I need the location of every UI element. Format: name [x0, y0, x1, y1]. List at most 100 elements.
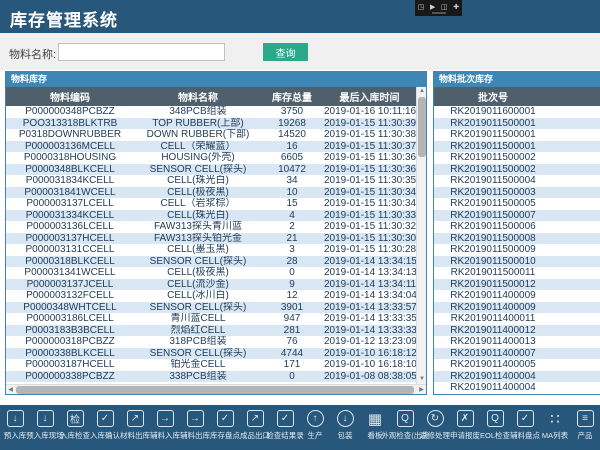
table-row[interactable]: P000000348PCBZZ348PCB组装37502019-01-16 10…	[6, 106, 417, 118]
toolbar-item-appearance-inspection[interactable]: Q外观检查(出货	[390, 405, 420, 450]
table-row[interactable]: RK2019011500002DOWN RUBBER(下部)	[434, 152, 600, 164]
horizontal-scrollbar[interactable]: ◀ ▶	[6, 384, 426, 394]
query-button[interactable]: 查询	[263, 43, 308, 61]
table-row[interactable]: RK2019011500001TOP RUBBER(上部)	[434, 129, 600, 141]
table-row[interactable]: P000003136LCELLFAW313探头青川蓝22019-01-15 11…	[6, 221, 417, 233]
table-row[interactable]: P000003137HCELLFAW313探头铂光金212019-01-15 1…	[6, 233, 417, 245]
table-cell: 76	[262, 336, 322, 348]
scroll-up-arrow-icon[interactable]: ▲	[417, 87, 427, 96]
table-row[interactable]: P000003137LCELLCELL（岩浆棕）152019-01-15 11:…	[6, 198, 417, 210]
overlay-icon[interactable]: ◳	[418, 4, 425, 12]
table-row[interactable]: P0000348BLKCELLSENSOR CELL(探头)104722019-…	[6, 164, 417, 176]
table-row[interactable]: P000003131CCELLCELL(墨玉黑)32019-01-15 11:3…	[6, 244, 417, 256]
table-row[interactable]: RK2019011400013CELL（荣耀蓝）	[434, 336, 600, 348]
column-header[interactable]: 物料名称	[552, 87, 600, 106]
material-name-input[interactable]	[58, 43, 225, 61]
table-row[interactable]: RK2019011500005SENSOR CELL(探头)	[434, 198, 600, 210]
toolbar-item-label: 入库检查	[60, 430, 90, 441]
table-row[interactable]: P000003186LCELL青川蓝CELL9472019-01-14 13:3…	[6, 313, 417, 325]
table-row[interactable]: P0003183B3BCELL烈焰红CELL2812019-01-14 13:3…	[6, 325, 417, 337]
table-row[interactable]: RK2019011400009SENSOR CELL(探头)	[434, 290, 600, 302]
table-row[interactable]: RK2019011500004CELL（荣耀蓝）	[434, 175, 600, 187]
table-row[interactable]: RK2019011600001348PCB组装	[434, 106, 600, 118]
table-cell: 947	[262, 313, 322, 325]
table-row[interactable]: RK2019011500006CELL(极夜黑)	[434, 221, 600, 233]
toolbar-item-aux-material-count[interactable]: ✓辅料盘点	[510, 405, 540, 450]
table-row[interactable]: RK2019011500011FAW313探头铂光金	[434, 267, 600, 279]
toolbar-item-pre-inbound-site[interactable]: ↓预入库现场	[30, 405, 60, 450]
scrollbar-thumb[interactable]	[418, 97, 426, 157]
toolbar-item-finished-goods-out[interactable]: ↗成品出口	[240, 405, 270, 450]
toolbar-item-aux-material-outbound[interactable]: →辅料出库	[180, 405, 210, 450]
table-row[interactable]: RK2019011500002DOWN RUBBER(下部)	[434, 164, 600, 176]
scroll-down-arrow-icon[interactable]: ▼	[417, 375, 427, 384]
column-header[interactable]: 最后入库时间	[322, 87, 417, 106]
table-row[interactable]: RK2019011400009SENSOR CELL(探头)	[434, 302, 600, 314]
overlay-icon[interactable]: ✚	[453, 4, 459, 12]
refresh-icon: ↻	[427, 410, 444, 427]
toolbar-item-material-outbound[interactable]: ↗材料出库	[120, 405, 150, 450]
table-row[interactable]: RK2019011500008CELL（岩浆棕）	[434, 233, 600, 245]
vertical-scrollbar[interactable]: ▲ ▼	[416, 87, 426, 384]
table-row[interactable]: P0000348WHTCELLSENSOR CELL(探头)39012019-0…	[6, 302, 417, 314]
table-cell: CELL（荣耀蓝）	[552, 336, 600, 348]
table-row[interactable]: RK2019011500001TOP RUBBER(上部)	[434, 141, 600, 153]
table-row[interactable]: P000031841WCELLCELL(极夜黑)102019-01-15 11:…	[6, 187, 417, 199]
table-row[interactable]: RK2019011500003HOUSING(外壳)	[434, 187, 600, 199]
table-row[interactable]: POO313318BLKTRBTOP RUBBER(上部)192682019-0…	[6, 118, 417, 130]
toolbar-item-pre-inbound[interactable]: ↓预入库	[0, 405, 30, 450]
table-row[interactable]: P0000338BLKCELLSENSOR CELL(探头)47442019-0…	[6, 348, 417, 360]
column-header[interactable]: 物料名称	[134, 87, 262, 106]
table-row[interactable]: RK2019011400011CELL(流沙金)	[434, 313, 600, 325]
table-cell: 2019-01-14 13:33:35	[322, 313, 417, 325]
column-header[interactable]: 批次号	[434, 87, 552, 106]
table-row[interactable]: P000000338PCBZZ338PCB组装02019-01-08 08:38…	[6, 371, 417, 383]
table-row[interactable]: RK2019011400004SENSOR CELL(探头)	[434, 371, 600, 383]
toolbar-item-stock-count[interactable]: ✓库存盘点	[210, 405, 240, 450]
column-header[interactable]: 物料编码	[6, 87, 134, 106]
table-row[interactable]: P000000318PCBZZ318PCB组装762019-01-12 13:2…	[6, 336, 417, 348]
table-row[interactable]: P000003187HCELL铂光金CELL1712019-01-10 16:1…	[6, 359, 417, 371]
table-row[interactable]: RK2019011400005CELL（岩浆棕）	[434, 359, 600, 371]
table-row[interactable]: P000003137JCELLCELL(流沙金)92019-01-14 13:3…	[6, 279, 417, 291]
toolbar-item-kanban[interactable]: ▦看板	[360, 405, 390, 450]
overlay-icon[interactable]: ◫	[441, 4, 448, 12]
scrollbar-thumb[interactable]	[16, 386, 414, 394]
table-row[interactable]: P000003132FCELLCELL(冰川白)122019-01-14 13:…	[6, 290, 417, 302]
table-row[interactable]: RK2019011500012CELL(墨玉黑)	[434, 279, 600, 291]
table-cell: 2019-01-10 16:18:10	[322, 359, 417, 371]
toolbar-item-inbound-inspection[interactable]: 检入库检查	[60, 405, 90, 450]
table-cell: CELL（岩浆棕）	[134, 198, 262, 210]
table-row[interactable]: P0318DOWNRUBBERDOWN RUBBER(下部)145202019-…	[6, 129, 417, 141]
table-row[interactable]: RK2019011400004SENSOR CELL(探头)	[434, 382, 600, 394]
material-stock-panel-title: 物料库存	[6, 72, 426, 87]
table-row[interactable]: P0000318BLKCELLSENSOR CELL(探头)282019-01-…	[6, 256, 417, 268]
table-row[interactable]: RK2019011500007CELL(珠光白)	[434, 210, 600, 222]
toolbar-item-inspection-result-entry[interactable]: ✓检查结果录	[270, 405, 300, 450]
table-row[interactable]: P000031334KCELLCELL(珠光白)42019-01-15 11:3…	[6, 210, 417, 222]
toolbar-item-aux-material-inbound[interactable]: →辅料入库	[150, 405, 180, 450]
table-row[interactable]: RK2019011400007CELL(冰川白)	[434, 348, 600, 360]
toolbar-item-rework-handling[interactable]: ↻返修处理	[420, 405, 450, 450]
toolbar-item-ma-list[interactable]: ∷MA列表	[540, 405, 570, 450]
table-row[interactable]: RK2019011500001TOP RUBBER(上部)	[434, 118, 600, 130]
scroll-right-arrow-icon[interactable]: ▶	[417, 385, 426, 395]
table-row[interactable]: P000031834KCELLCELL(珠光白)342019-01-15 11:…	[6, 175, 417, 187]
toolbar-item-product-archive[interactable]: ≡产品	[570, 405, 600, 450]
toolbar-item-eol-inspection[interactable]: QEOL检查	[480, 405, 510, 450]
table-row[interactable]: RK2019011500009CELL(珠光白)	[434, 244, 600, 256]
table-row[interactable]: RK2019011500010FAW313探头青川蓝	[434, 256, 600, 268]
overlay-icon[interactable]: ▶	[430, 4, 435, 12]
overlay-divider	[432, 12, 446, 14]
table-row[interactable]: P000031341WCELLCELL(极夜黑)02019-01-14 13:3…	[6, 267, 417, 279]
column-header[interactable]: 库存总量	[262, 87, 322, 106]
table-row[interactable]: RK2019011400012FAW313探头铂光金	[434, 325, 600, 337]
table-row[interactable]: P000003136MCELLCELL（荣耀蓝）162019-01-15 11:…	[6, 141, 417, 153]
table-row[interactable]: P0000318HOUSINGHOUSING(外壳)66052019-01-15…	[6, 152, 417, 164]
toolbar-item-inbound-confirm[interactable]: ✓入库确认	[90, 405, 120, 450]
table-cell: HOUSING(外壳)	[134, 152, 262, 164]
toolbar-item-scrap-request[interactable]: ✗申请报废	[450, 405, 480, 450]
toolbar-item-production[interactable]: ↑生产	[300, 405, 330, 450]
scroll-left-arrow-icon[interactable]: ◀	[6, 385, 15, 395]
toolbar-item-packaging[interactable]: ↓包装	[330, 405, 360, 450]
